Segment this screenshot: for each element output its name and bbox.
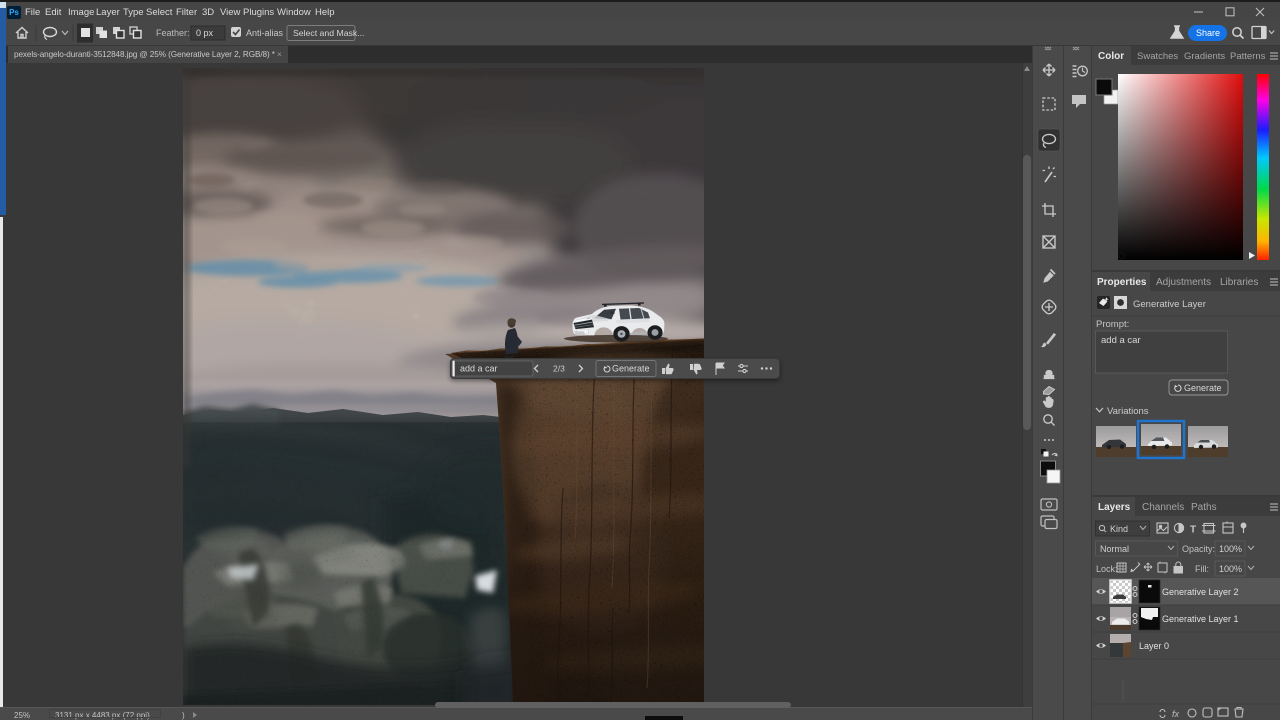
svg-text:Swatches: Swatches — [1137, 51, 1178, 62]
svg-text:Lock:: Lock: — [1096, 564, 1118, 574]
svg-text:Layer 0: Layer 0 — [1139, 641, 1169, 651]
svg-text:0 px: 0 px — [196, 28, 214, 38]
svg-text:Variations: Variations — [1107, 406, 1149, 417]
svg-text:Opacity:: Opacity: — [1182, 544, 1215, 554]
svg-text:Properties: Properties — [1097, 277, 1147, 288]
svg-text:Generate: Generate — [1184, 383, 1222, 393]
svg-text:100%: 100% — [1219, 544, 1242, 554]
svg-text:add a car: add a car — [460, 364, 498, 374]
svg-text:Layers: Layers — [1098, 502, 1131, 513]
svg-text:Paths: Paths — [1191, 502, 1217, 513]
svg-text:Share: Share — [1196, 28, 1220, 38]
svg-text:add a car: add a car — [1101, 335, 1141, 346]
svg-text:Prompt:: Prompt: — [1096, 319, 1129, 330]
svg-text:2/3: 2/3 — [553, 364, 565, 374]
svg-text:fx: fx — [1172, 709, 1180, 719]
svg-text:Gradients: Gradients — [1184, 51, 1225, 62]
svg-text:Anti-alias: Anti-alias — [246, 28, 284, 38]
svg-text:Patterns: Patterns — [1230, 51, 1266, 62]
svg-text:Adjustments: Adjustments — [1156, 277, 1211, 288]
svg-text:100%: 100% — [1219, 564, 1242, 574]
svg-text:Generative Layer 2: Generative Layer 2 — [1162, 587, 1239, 597]
svg-text:Kind: Kind — [1110, 524, 1128, 534]
svg-text:Generate: Generate — [612, 364, 650, 374]
svg-text:Select and Mask...: Select and Mask... — [293, 28, 364, 38]
svg-text:Generative Layer: Generative Layer — [1133, 299, 1206, 310]
svg-text:Generative Layer 1: Generative Layer 1 — [1162, 614, 1239, 624]
svg-text:Normal: Normal — [1100, 544, 1129, 554]
svg-text:T: T — [1190, 525, 1196, 536]
svg-text:Color: Color — [1098, 51, 1124, 62]
svg-text:Fill:: Fill: — [1195, 564, 1209, 574]
svg-text:Channels: Channels — [1142, 502, 1184, 513]
svg-text:Libraries: Libraries — [1220, 277, 1258, 288]
svg-text:Feather:: Feather: — [156, 28, 190, 38]
